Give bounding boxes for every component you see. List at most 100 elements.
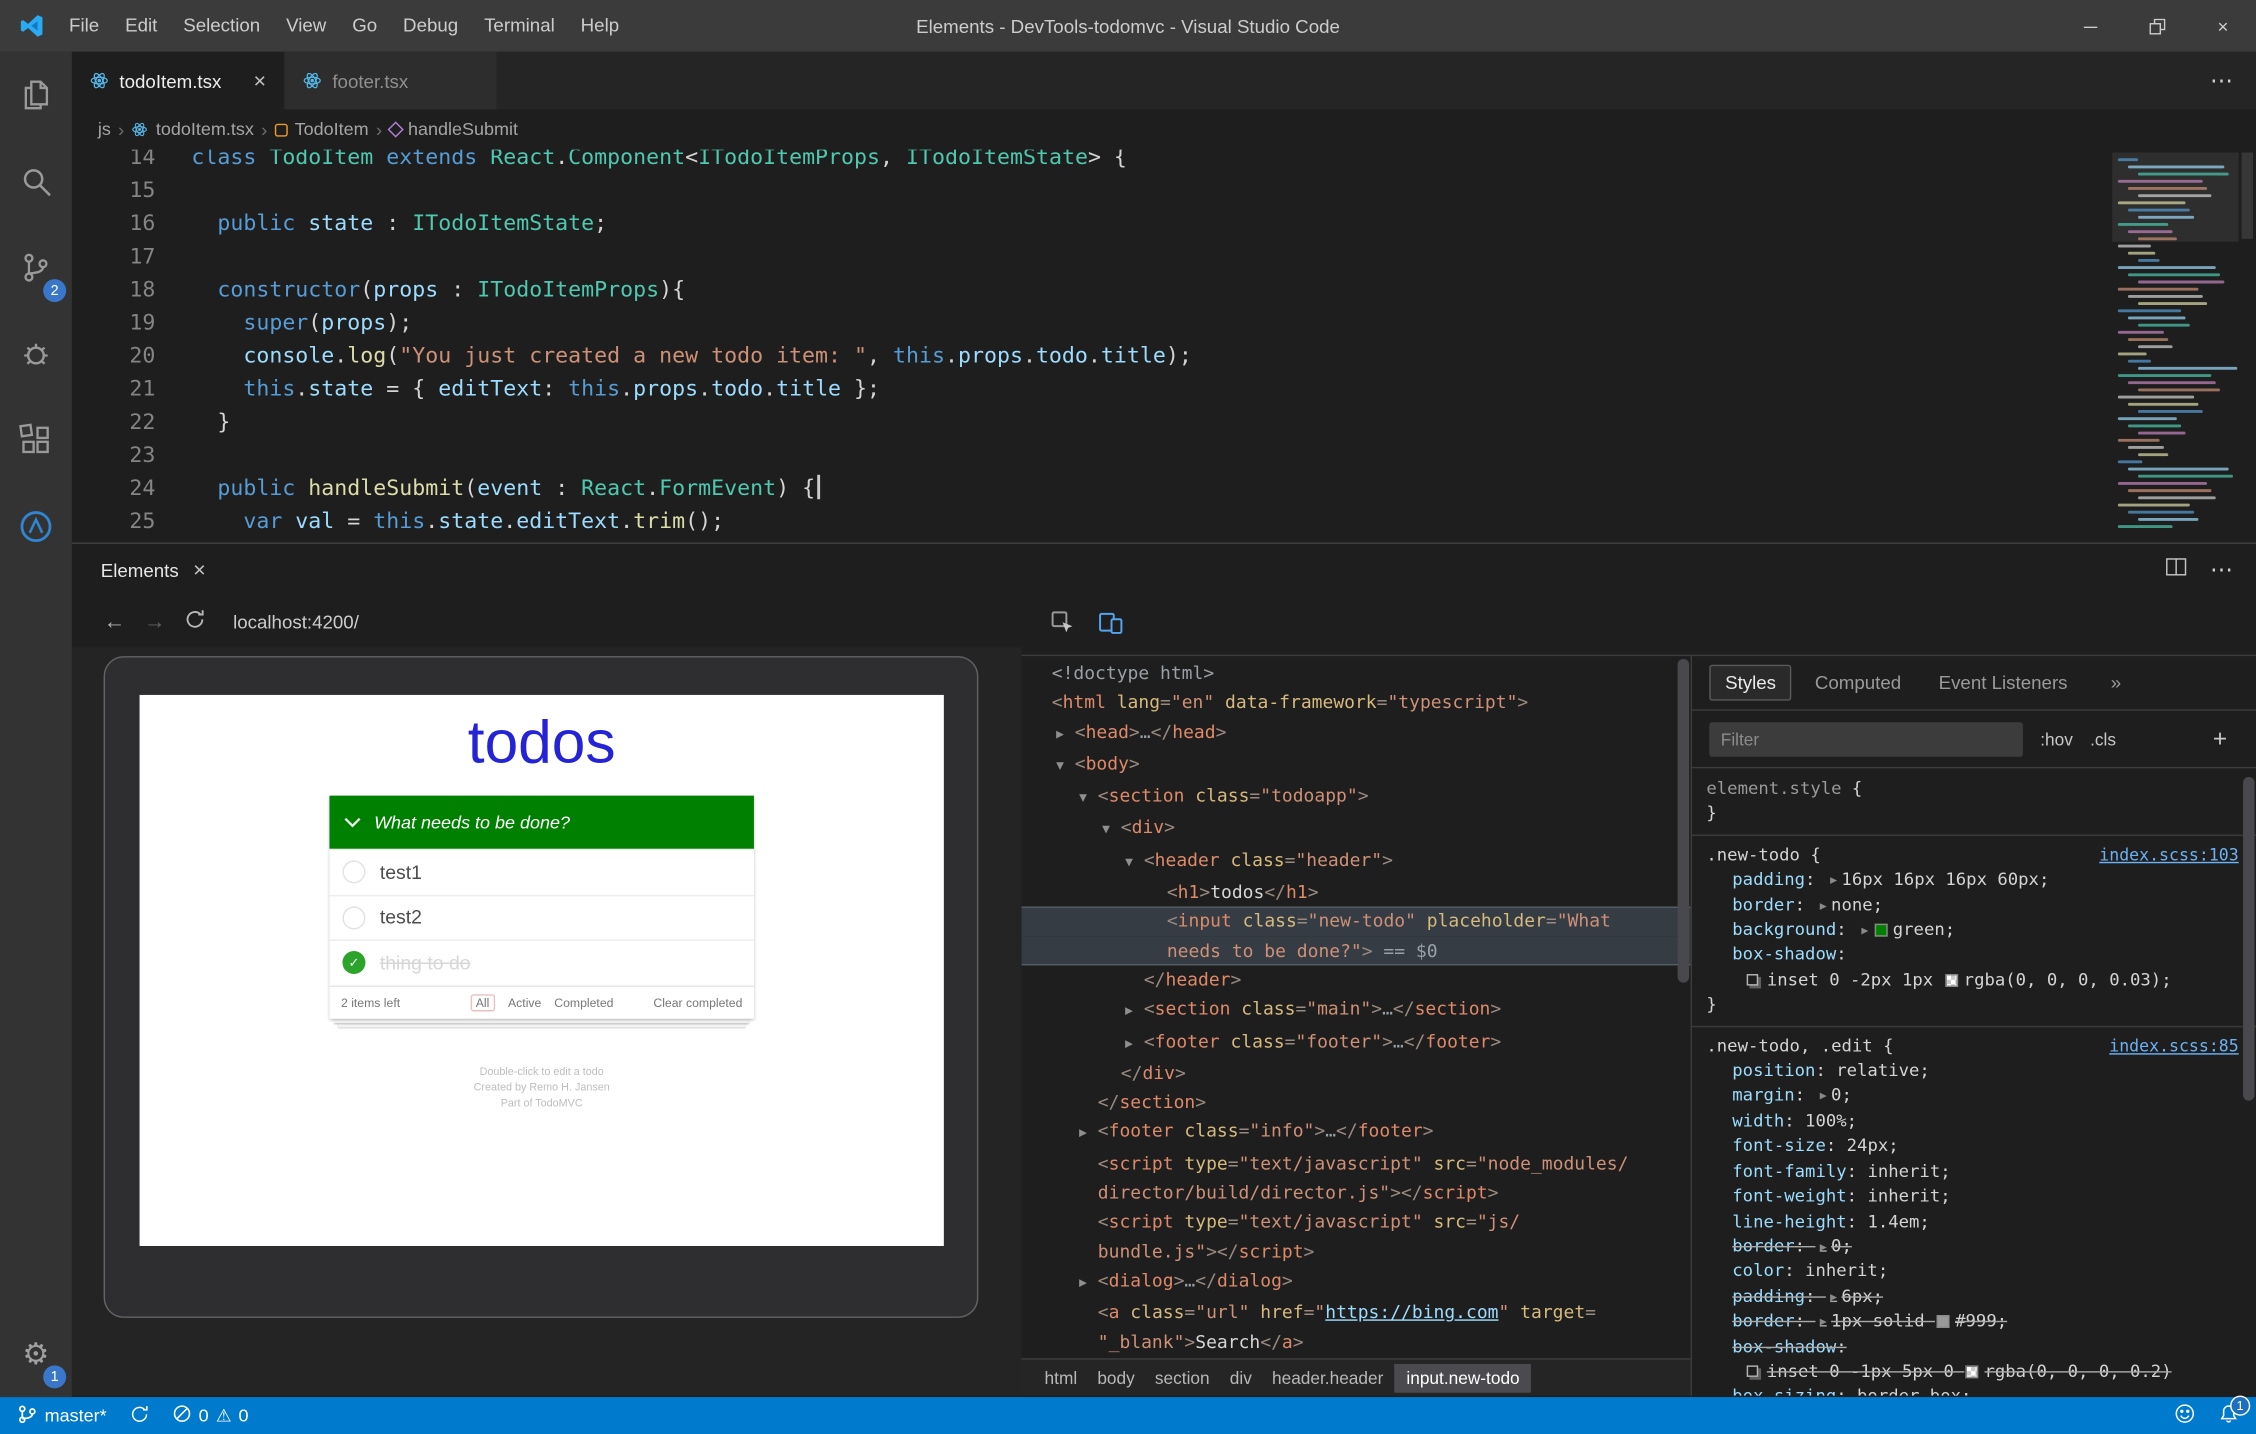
color-swatch-green[interactable] (1874, 923, 1888, 937)
style-row[interactable]: border: ▶ 1px solid #999; (1706, 1309, 2256, 1334)
notifications-bell[interactable]: 1 (2219, 1395, 2251, 1429)
style-row[interactable]: font-size: 24px; (1706, 1134, 2256, 1159)
style-row[interactable]: element.style { (1706, 777, 2256, 802)
code-line[interactable]: 16 public state : ITodoItemState; (72, 207, 2256, 240)
chevron-right-icon[interactable]: ▶ (1056, 720, 1075, 749)
filter-completed[interactable]: Completed (554, 995, 613, 1009)
dom-tree-row[interactable]: <script type="text/javascript" src="js/ (1022, 1208, 1691, 1237)
style-row[interactable]: border: ▶ none; (1706, 893, 2256, 918)
restore-button[interactable] (2124, 0, 2190, 52)
breadcrumb-item-js[interactable]: js (98, 119, 111, 139)
todo-toggle-icon[interactable] (342, 860, 366, 884)
code-line[interactable]: 24 public handleSubmit(event : React.For… (72, 472, 2256, 505)
dom-tree-row[interactable]: ▶ <head>…</head> (1022, 717, 1691, 749)
inspect-element-icon[interactable] (1050, 609, 1074, 641)
hover-state-button[interactable]: :hov (2040, 729, 2073, 749)
dom-tree-row[interactable]: <html lang="en" data-framework="typescri… (1022, 688, 1691, 717)
activity-search[interactable] (0, 138, 72, 224)
style-row[interactable]: box-sizing: border-box; (1706, 1385, 2256, 1396)
dom-tree-row[interactable]: </div> (1022, 1059, 1691, 1088)
code-line[interactable]: 17 (72, 240, 2256, 273)
breadcrumb-item-handlesubmit[interactable]: handleSubmit (386, 119, 518, 140)
dom-tree-row[interactable]: </section> (1022, 1088, 1691, 1117)
menu-file[interactable]: File (56, 0, 112, 52)
style-row[interactable]: box-shadow: (1706, 943, 2256, 968)
style-row[interactable]: index.scss:85 .new-todo, .edit { (1706, 1034, 2256, 1059)
code-line[interactable]: 23 (72, 439, 2256, 472)
dom-tree-row[interactable]: <script type="text/javascript" src="node… (1022, 1149, 1691, 1178)
sync-indicator[interactable] (130, 1404, 150, 1428)
tab-footer-tsx[interactable]: footer.tsx× (284, 51, 498, 110)
editor-more-actions[interactable]: ⋯ (2210, 52, 2233, 110)
tab-todoitem-tsx[interactable]: todoItem.tsx × (71, 51, 285, 110)
feedback-smiley-icon[interactable] (2174, 1403, 2196, 1429)
dom-crumb-input-new-todo[interactable]: input.new-todo (1394, 1363, 1532, 1393)
dom-crumb-html[interactable]: html (1045, 1368, 1078, 1388)
clear-completed-button[interactable]: Clear completed (653, 995, 742, 1009)
tab-styles[interactable]: Styles (1709, 664, 1792, 701)
code-line[interactable]: 20 console.log("You just created a new t… (72, 340, 2256, 373)
dom-crumb-header-header[interactable]: header.header (1272, 1368, 1383, 1388)
menu-selection[interactable]: Selection (170, 0, 273, 52)
todo-item[interactable]: test2 (329, 894, 754, 940)
dom-tree-row[interactable]: </header> (1022, 965, 1691, 994)
dom-tree-row[interactable]: director/build/director.js"></script> (1022, 1178, 1691, 1207)
chevron-right-icon[interactable]: ▶ (1079, 1269, 1098, 1298)
filter-active[interactable]: Active (508, 995, 541, 1009)
chevron-down-icon[interactable]: ▼ (1125, 849, 1144, 878)
code-line[interactable]: 21 this.state = { editText: this.props.t… (72, 373, 2256, 406)
color-swatch-alpha[interactable] (1944, 973, 1958, 987)
close-icon[interactable]: × (254, 68, 267, 92)
device-toolbar-icon[interactable] (1098, 609, 1124, 641)
dom-tree-row[interactable]: "_blank">Search</a> (1022, 1327, 1691, 1356)
dom-tree-row[interactable]: ▼ <header class="header"> (1022, 846, 1691, 878)
tab-event-listeners[interactable]: Event Listeners (1924, 666, 2082, 699)
style-row[interactable]: box-shadow: (1706, 1335, 2256, 1360)
code-line[interactable]: 15 (72, 174, 2256, 207)
stylesheet-link[interactable]: index.scss:85 (2109, 1034, 2239, 1059)
breadcrumb-item-todoitem-tsx[interactable]: todoItem.tsx (131, 119, 254, 140)
style-row[interactable]: inset 0 -1px 5px 0 rgba(0, 0, 0, 0.2) (1706, 1360, 2256, 1385)
shadow-editor-icon[interactable] (1746, 1365, 1759, 1377)
minimize-button[interactable]: ─ (2057, 0, 2123, 52)
style-row[interactable]: padding: ▶ 6px; (1706, 1284, 2256, 1309)
expand-arrow-icon[interactable]: ▶ (1820, 1240, 1827, 1253)
stylesheet-link[interactable]: index.scss:103 (2099, 843, 2238, 868)
style-row[interactable]: padding: ▶ 16px 16px 16px 60px; (1706, 868, 2256, 893)
expand-arrow-icon[interactable]: ▶ (1861, 924, 1868, 937)
activity-debug[interactable] (0, 311, 72, 397)
style-row[interactable]: color: inherit; (1706, 1259, 2256, 1284)
close-icon[interactable]: × (193, 558, 206, 582)
activity-settings[interactable]: ⚙ 1 (0, 1311, 72, 1397)
checked-toggle-icon[interactable]: ✓ (342, 951, 366, 975)
style-row[interactable]: background: ▶ green; (1706, 918, 2256, 943)
expand-arrow-icon[interactable]: ▶ (1820, 1315, 1827, 1328)
todo-item[interactable]: ✓ thing to do (329, 939, 754, 985)
menu-debug[interactable]: Debug (390, 0, 471, 52)
style-row[interactable]: font-family: inherit; (1706, 1159, 2256, 1184)
close-button[interactable]: × (2190, 0, 2256, 52)
style-row[interactable]: border: ▶ 0; (1706, 1234, 2256, 1259)
dom-crumb-body[interactable]: body (1097, 1368, 1134, 1388)
chevron-right-icon[interactable]: ▶ (1125, 997, 1144, 1026)
todo-item[interactable]: test1 (329, 848, 754, 895)
menu-terminal[interactable]: Terminal (471, 0, 568, 52)
minimap[interactable] (2112, 152, 2239, 539)
todo-toggle-icon[interactable] (342, 906, 366, 930)
new-todo-input[interactable]: What needs to be done? (329, 795, 754, 849)
branch-indicator[interactable]: master* (17, 1404, 107, 1428)
style-row[interactable]: } (1706, 993, 2256, 1018)
chevron-right-icon[interactable]: ▶ (1125, 1030, 1144, 1059)
dom-tree-row[interactable]: needs to be done?"> == $0 (1021, 936, 1691, 966)
menu-go[interactable]: Go (339, 0, 390, 52)
more-tabs-icon[interactable]: » (2111, 672, 2121, 694)
color-swatch-alpha[interactable] (1965, 1365, 1979, 1379)
dom-tree-row[interactable]: ▼ <div> (1022, 814, 1691, 846)
style-row[interactable]: position: relative; (1706, 1059, 2256, 1084)
styles-filter-input[interactable] (1709, 721, 2023, 757)
split-panel-icon[interactable] (2165, 556, 2187, 583)
style-row[interactable]: } (1706, 802, 2256, 827)
dom-tree-row[interactable]: <!doctype html> (1022, 659, 1691, 688)
dom-crumb-div[interactable]: div (1230, 1368, 1252, 1388)
toggle-all-chevron-icon[interactable] (344, 809, 361, 835)
